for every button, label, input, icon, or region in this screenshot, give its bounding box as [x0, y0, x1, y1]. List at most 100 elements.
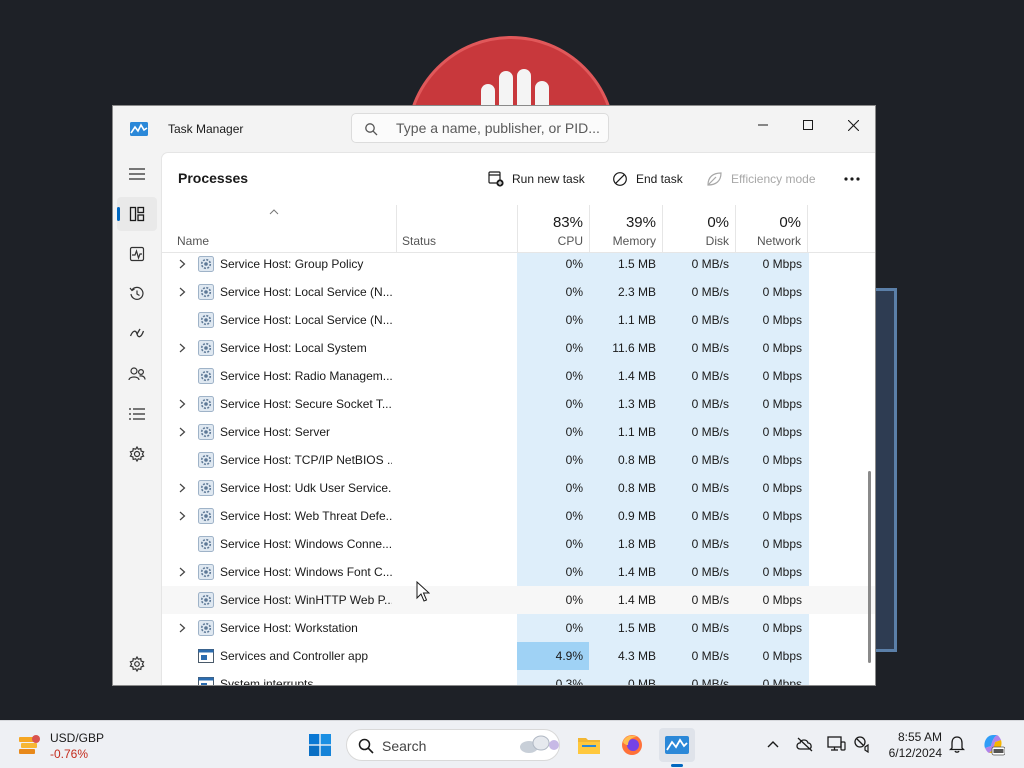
end-task-label: End task: [636, 172, 683, 186]
expand-chevron-icon[interactable]: [179, 399, 186, 409]
task-manager-window: Task Manager Type a name, publisher, or …: [112, 105, 876, 686]
end-task-button[interactable]: End task: [612, 166, 683, 192]
process-cpu: 0%: [565, 341, 583, 355]
process-cpu: 0.3%: [555, 677, 583, 686]
process-memory: 2.3 MB: [617, 285, 656, 299]
process-row[interactable]: Service Host: Udk User Service... 0% 0.8 M…: [162, 474, 875, 502]
nav-processes[interactable]: [117, 197, 157, 231]
process-disk: 0 MB/s: [691, 593, 729, 607]
process-disk: 0 MB/s: [691, 565, 729, 579]
close-button[interactable]: [830, 110, 875, 140]
nav-performance[interactable]: [117, 237, 157, 271]
maximize-button[interactable]: [785, 110, 831, 140]
column-headers: Name Status 83% CPU 39% Memory 0% Disk 0…: [162, 205, 875, 253]
expand-chevron-icon[interactable]: [179, 287, 186, 297]
cloud-tray-button[interactable]: [794, 733, 816, 755]
process-cpu: 0%: [565, 481, 583, 495]
nav-details[interactable]: [117, 397, 157, 431]
taskbar-search-box[interactable]: Search: [346, 729, 560, 761]
column-header-cpu[interactable]: 83% CPU: [517, 205, 589, 253]
currency-widget[interactable]: USD/GBP -0.76%: [16, 729, 126, 763]
search-input[interactable]: [396, 118, 601, 138]
cpu-column-label: CPU: [557, 234, 583, 248]
expand-chevron-icon[interactable]: [179, 623, 186, 633]
process-memory: 1.1 MB: [617, 425, 656, 439]
vertical-scrollbar[interactable]: [868, 471, 871, 663]
process-row[interactable]: Services and Controller app 4.9% 4.3 MB 0 M…: [162, 642, 875, 670]
process-network: 0 Mbps: [762, 425, 802, 439]
process-row[interactable]: System interrupts 0.3% 0 MB 0 MB/s 0 Mbps: [162, 670, 875, 686]
expand-chevron-icon[interactable]: [179, 259, 186, 269]
process-search-box[interactable]: [351, 113, 609, 143]
minimize-button[interactable]: [740, 110, 786, 140]
run-new-task-label: Run new task: [512, 172, 585, 186]
process-cpu: 0%: [565, 397, 583, 411]
more-options-button[interactable]: [838, 166, 866, 192]
run-new-task-button[interactable]: Run new task: [488, 166, 585, 192]
memory-column-label: Memory: [612, 234, 656, 248]
notifications-button[interactable]: [946, 733, 968, 755]
process-row[interactable]: Service Host: Server 0% 1.1 MB 0 MB/s 0 Mbps: [162, 418, 875, 446]
process-row[interactable]: Service Host: Radio Managem... 0% 1.4 MB 0 …: [162, 362, 875, 390]
task-manager-taskbar-button[interactable]: [659, 728, 695, 762]
monitor-icon: [827, 736, 846, 751]
nav-users[interactable]: [117, 357, 157, 391]
efficiency-mode-label: Efficiency mode: [731, 172, 816, 186]
gear-icon: [198, 396, 214, 412]
nav-startup-apps[interactable]: [117, 317, 157, 351]
expand-chevron-icon[interactable]: [179, 483, 186, 493]
column-header-status[interactable]: Status: [396, 205, 517, 253]
expand-chevron-icon[interactable]: [179, 567, 186, 577]
process-memory: 0.8 MB: [617, 453, 656, 467]
gear-icon: [198, 452, 214, 468]
process-name: Services and Controller app: [220, 649, 369, 663]
column-header-memory[interactable]: 39% Memory: [589, 205, 662, 253]
process-name: Service Host: Windows Conne...: [220, 537, 392, 551]
process-row[interactable]: Service Host: Local Service (N... 0% 1.1 M…: [162, 306, 875, 334]
gear-icon: [198, 480, 214, 496]
start-button[interactable]: [302, 728, 338, 762]
network-volume-tray-button[interactable]: [852, 733, 874, 755]
mouse-cursor-icon: [416, 581, 430, 602]
process-row[interactable]: Service Host: Windows Conne... 0% 1.8 MB 0 …: [162, 530, 875, 558]
network-total-percent: 0%: [779, 214, 801, 231]
process-row[interactable]: Service Host: Local System 0% 11.6 MB 0 MB/…: [162, 334, 875, 362]
hamburger-menu-button[interactable]: [117, 157, 157, 191]
firefox-button[interactable]: [614, 728, 650, 762]
taskbar-search-label: Search: [382, 738, 427, 754]
column-header-name[interactable]: Name: [162, 205, 396, 253]
process-row[interactable]: Service Host: Local Service (N... 0% 2.3 M…: [162, 278, 875, 306]
taskbar: USD/GBP -0.76% Search 8:55 AM 6/12/2024: [0, 720, 1024, 768]
title-bar[interactable]: Task Manager: [113, 106, 875, 152]
clock[interactable]: 8:55 AM 6/12/2024: [880, 729, 942, 761]
column-header-disk[interactable]: 0% Disk: [662, 205, 735, 253]
active-indicator: [117, 207, 120, 221]
efficiency-mode-button[interactable]: Efficiency mode: [706, 166, 816, 192]
copilot-button[interactable]: [980, 733, 1006, 756]
process-row[interactable]: Service Host: WinHTTP Web P... 0% 1.4 MB 0 …: [162, 586, 875, 614]
gear-icon: [198, 508, 214, 524]
expand-chevron-icon[interactable]: [179, 427, 186, 437]
process-row[interactable]: Service Host: Windows Font C... 0% 1.4 MB 0…: [162, 558, 875, 586]
process-name: System interrupts: [220, 677, 314, 686]
nav-settings[interactable]: [117, 647, 157, 681]
process-row[interactable]: Service Host: Workstation 0% 1.5 MB 0 MB/s 0…: [162, 614, 875, 642]
expand-chevron-icon[interactable]: [179, 343, 186, 353]
process-row[interactable]: Service Host: Web Threat Defe... 0% 0.9 MB…: [162, 502, 875, 530]
show-hidden-icons-button[interactable]: [762, 733, 784, 755]
display-tray-button[interactable]: [825, 733, 847, 755]
process-disk: 0 MB/s: [691, 285, 729, 299]
process-row[interactable]: Service Host: Group Policy 0% 1.5 MB 0 MB/s…: [162, 253, 875, 278]
file-explorer-button[interactable]: [571, 728, 607, 762]
run-new-task-icon: [488, 171, 504, 187]
process-row[interactable]: Service Host: Secure Socket T... 0% 1.3 MB…: [162, 390, 875, 418]
processes-page: Processes Run new task End task Efficien…: [161, 152, 875, 686]
nav-app-history[interactable]: [117, 277, 157, 311]
process-row[interactable]: Service Host: TCP/IP NetBIOS ... 0% 0.8 MB…: [162, 446, 875, 474]
nav-services[interactable]: [117, 437, 157, 471]
expand-chevron-icon[interactable]: [179, 511, 186, 521]
column-header-network[interactable]: 0% Network: [735, 205, 808, 253]
process-name: Service Host: Local Service (N...: [220, 285, 392, 299]
process-name: Service Host: Server: [220, 425, 331, 439]
process-cpu: 0%: [565, 453, 583, 467]
